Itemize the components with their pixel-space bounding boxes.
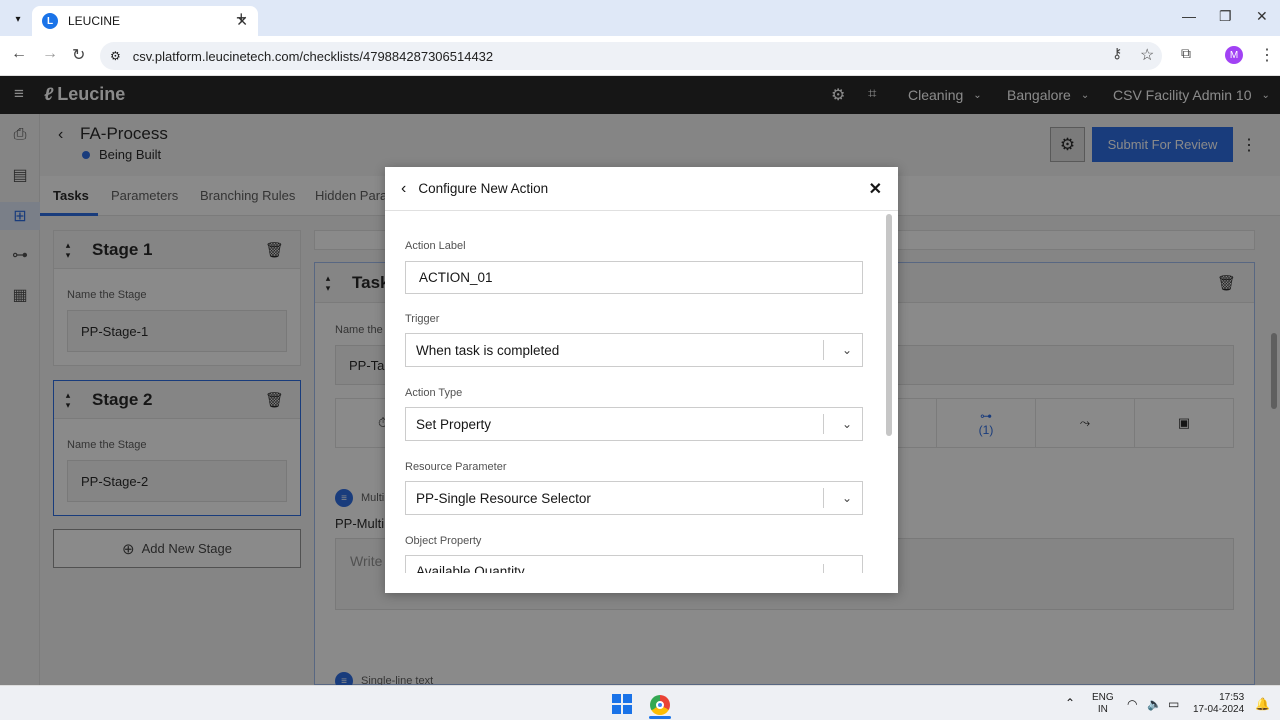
configure-action-modal: ‹ Configure New Action ✕ Action Label AC… (385, 167, 898, 593)
password-key-icon[interactable]: ⚷ (1112, 45, 1122, 62)
trigger-select[interactable]: When task is completed ⌄ (405, 333, 863, 367)
new-tab-button[interactable]: + (236, 8, 247, 29)
action-type-value: Set Property (416, 416, 492, 432)
clock[interactable]: 17:53 17-04-2024 (1193, 692, 1244, 716)
resource-parameter-select[interactable]: PP-Single Resource Selector ⌄ (405, 481, 863, 515)
modal-scroll-fade (385, 573, 885, 593)
minimize-icon[interactable]: — (1182, 8, 1196, 24)
resource-parameter-value: PP-Single Resource Selector (416, 490, 591, 506)
os-taskbar (0, 685, 1280, 720)
profile-avatar[interactable]: M (1225, 46, 1243, 64)
close-icon[interactable]: ✕ (869, 179, 882, 199)
chevron-down-icon: ⌄ (823, 414, 852, 434)
extensions-icon[interactable]: ⧉ (1181, 45, 1191, 62)
notification-bell-icon[interactable]: 🔔 (1255, 697, 1270, 711)
chevron-down-icon: ⌄ (823, 340, 852, 360)
clock-date: 17-04-2024 (1193, 704, 1245, 715)
back-icon[interactable]: ← (11, 45, 27, 63)
action-type-select[interactable]: Set Property ⌄ (405, 407, 863, 441)
maximize-icon[interactable]: ❐ (1219, 8, 1232, 25)
action-label-input[interactable]: ACTION_01 (405, 261, 863, 294)
chevron-down-icon: ⌄ (823, 488, 852, 508)
reload-icon[interactable]: ↻ (72, 45, 85, 65)
action-label-label: Action Label (405, 240, 466, 252)
browser-tab-title: LEUCINE (68, 14, 121, 28)
action-type-label: Action Type (405, 387, 463, 399)
browser-menu-icon[interactable]: ⋮ (1259, 45, 1275, 65)
window-close-icon[interactable]: ✕ (1256, 8, 1268, 25)
clock-time: 17:53 (1219, 692, 1245, 703)
tray-chevron-icon[interactable]: ⌃ (1065, 696, 1075, 710)
chrome-taskbar-icon[interactable] (650, 695, 670, 715)
back-chevron-icon[interactable]: ‹ (401, 180, 406, 198)
browser-tab[interactable]: L LEUCINE ✕ (32, 6, 258, 36)
language-line2: IN (1097, 704, 1108, 715)
omnibox[interactable]: ⚙ csv.platform.leucinetech.com/checklist… (100, 42, 1162, 70)
windows-start-icon[interactable] (612, 694, 632, 714)
wifi-icon[interactable]: ◠ (1127, 697, 1137, 711)
language-line1: ENG (1092, 692, 1114, 703)
tab-search-icon[interactable]: ▾ (8, 9, 28, 29)
site-info-icon[interactable]: ⚙ (110, 49, 121, 63)
modal-header: ‹ Configure New Action ✕ (385, 167, 898, 211)
battery-icon[interactable]: ▭ (1168, 697, 1179, 711)
bookmark-star-icon[interactable]: ☆ (1140, 45, 1154, 65)
leucine-favicon-icon: L (42, 13, 58, 29)
trigger-value: When task is completed (416, 342, 560, 358)
url-text[interactable]: csv.platform.leucinetech.com/checklists/… (133, 49, 493, 64)
volume-icon[interactable]: 🔈 (1147, 697, 1162, 711)
modal-title: Configure New Action (418, 181, 549, 196)
resource-parameter-label: Resource Parameter (405, 461, 507, 473)
active-app-indicator (649, 716, 671, 719)
trigger-label: Trigger (405, 313, 440, 325)
modal-scrollbar[interactable] (886, 214, 892, 436)
forward-icon[interactable]: → (42, 45, 58, 63)
object-property-label: Object Property (405, 535, 482, 547)
language-indicator[interactable]: ENG IN (1092, 692, 1114, 716)
